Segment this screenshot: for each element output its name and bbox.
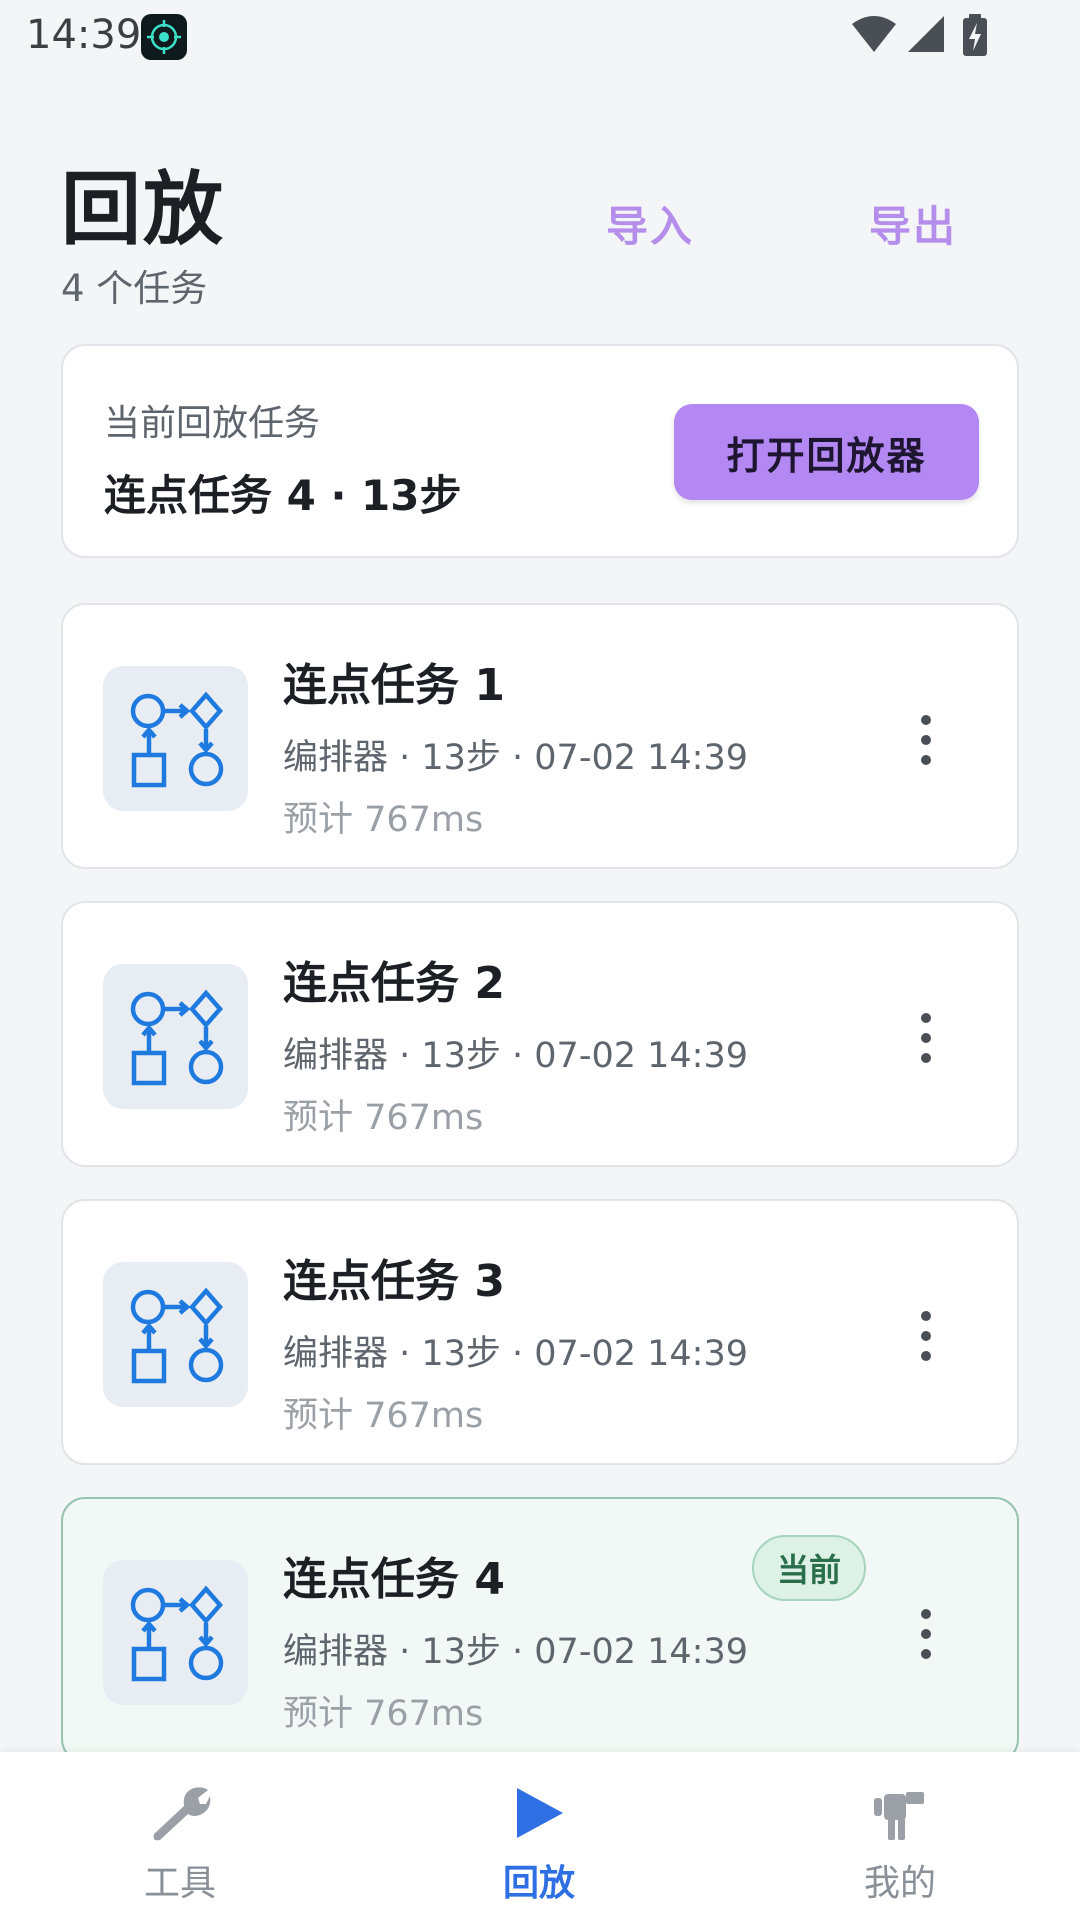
task-meta: 编排器 · 13步 · 07-02 14:39 [283,1632,748,1672]
task-eta: 预计 767ms [283,1098,484,1138]
signal-icon [908,16,944,52]
wrench-icon [153,1787,211,1841]
current-badge: 当前 [752,1535,866,1601]
task-card-2[interactable]: 连点任务 2 编排器 · 13步 · 07-02 14:39 预计 767ms [61,901,1019,1167]
task-eta: 预计 767ms [283,1396,484,1436]
task-name: 连点任务 1 [283,660,505,711]
current-task-card: 当前回放任务 连点任务 4 · 13步 打开回放器 [61,344,1019,558]
task-card-3[interactable]: 连点任务 3 编排器 · 13步 · 07-02 14:39 预计 767ms [61,1199,1019,1465]
task-meta: 编排器 · 13步 · 07-02 14:39 [283,1334,748,1374]
nav-label: 回放 [502,1863,575,1904]
task-card-4[interactable]: 连点任务 4 当前 编排器 · 13步 · 07-02 14:39 预计 767… [61,1497,1019,1763]
nav-item-replay[interactable]: 回放 [439,1752,639,1920]
status-time: 14:39 [26,12,142,58]
task-eta: 预计 767ms [283,800,484,840]
nav-label: 我的 [863,1863,936,1904]
more-options-icon[interactable] [896,705,956,775]
flowchart-icon [103,666,248,811]
flowchart-icon [103,964,248,1109]
flowchart-icon [103,1262,248,1407]
more-options-icon[interactable] [896,1599,956,1669]
status-icons [850,14,1000,58]
battery-charging-icon [963,14,987,56]
task-card-1[interactable]: 连点任务 1 编排器 · 13步 · 07-02 14:39 预计 767ms [61,603,1019,869]
export-button[interactable]: 导出 [869,193,957,254]
import-button[interactable]: 导入 [606,193,694,254]
nav-item-tools[interactable]: 工具 [80,1752,280,1920]
open-player-button[interactable]: 打开回放器 [674,404,979,500]
more-options-icon[interactable] [896,1003,956,1073]
task-name: 连点任务 3 [283,1256,505,1307]
current-task-value: 连点任务 4 · 13步 [104,471,462,520]
bottom-nav: 工具 回放 我的 [0,1752,1080,1920]
current-task-label: 当前回放任务 [104,403,321,444]
nav-item-mine[interactable]: 我的 [800,1752,1000,1920]
user-icon [874,1792,924,1840]
app-target-icon [141,14,187,60]
task-eta: 预计 767ms [283,1694,484,1734]
nav-label: 工具 [143,1863,216,1904]
task-meta: 编排器 · 13步 · 07-02 14:39 [283,1036,748,1076]
task-name: 连点任务 4 [283,1554,505,1605]
status-bar: 14:39 [0,0,1080,74]
replay-screen: 14:39 回放 4 个任务 导入 导出 当前回放任务 连点任务 4 · 13步… [0,0,1080,1920]
play-icon [517,1788,563,1838]
task-meta: 编排器 · 13步 · 07-02 14:39 [283,738,748,778]
task-count: 4 个任务 [61,267,208,310]
more-options-icon[interactable] [896,1301,956,1371]
page-title: 回放 [61,163,225,256]
task-name: 连点任务 2 [283,958,505,1009]
flowchart-icon [103,1560,248,1705]
wifi-icon [852,16,896,52]
